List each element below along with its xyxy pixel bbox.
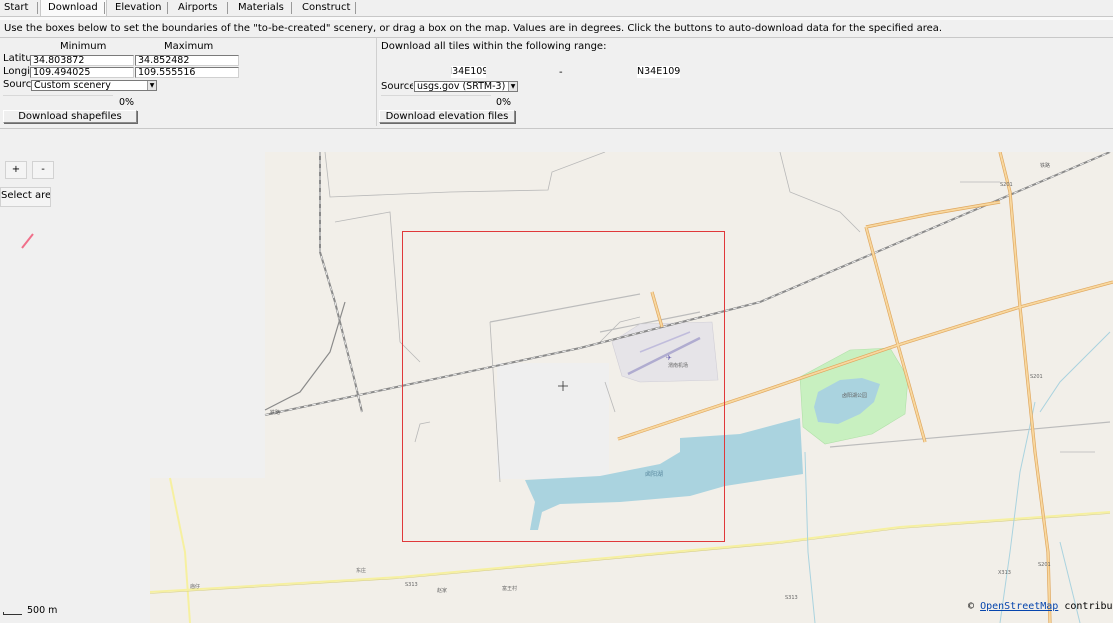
tile-range-dash: - [559,67,563,78]
road-s201-label: S201 [1030,374,1043,380]
elevation-source-label: Source [381,81,413,92]
map-tile-background [150,478,265,623]
divider [0,37,1113,38]
zoom-in-button[interactable]: + [5,161,27,179]
elevation-progress-label: 0% [496,97,512,108]
tab-panel-top [0,17,1113,20]
download-elevation-button[interactable]: Download elevation files [379,110,515,123]
tab-construct[interactable]: Construct [302,0,350,16]
scenery-source-value: Custom scenery [34,80,111,91]
latitude-min-input[interactable]: 34.803872 [30,55,134,66]
tab-divider [227,2,228,14]
tab-start[interactable]: Start [4,0,28,16]
tab-divider [355,2,356,14]
tab-download[interactable]: Download [40,0,107,16]
elevation-progress-bar [381,95,491,107]
road-x313-label: X313 [998,570,1011,576]
minimum-header: Minimum [60,41,107,52]
shapefiles-progress-label: 0% [119,97,135,108]
road-s201-label: S201 [1038,562,1051,568]
map-missing-tile [497,363,609,479]
tab-divider [37,2,38,14]
scenery-source-select[interactable]: Custom scenery ▼ [31,80,157,91]
instructions-text: Use the boxes below to set the boundarie… [4,23,943,34]
chevron-down-icon[interactable]: ▼ [508,82,517,91]
select-area-label: Select area [1,190,51,201]
scale-label: 500 m [27,605,58,616]
chevron-down-icon[interactable]: ▼ [147,81,156,90]
village-label: 赵家 [437,587,447,594]
road-s313-label: S313 [785,595,798,601]
longitude-label: Longitude [3,66,30,77]
map-canvas[interactable]: 渭南机场 卤阳湖 卤阳湖公园 S201 S201 S201 S313 S313 … [0,152,1113,623]
tab-divider [167,2,168,14]
tab-airports[interactable]: Airports [178,0,217,16]
rail-label: 铁路 [270,409,280,416]
divider [0,128,1113,129]
source-label: Source [3,79,31,90]
village-label: 富王村 [502,585,517,592]
shapefiles-progress-bar [3,95,113,107]
map-view[interactable]: 渭南机场 卤阳湖 卤阳湖公园 S201 S201 S201 S313 S313 … [0,152,1113,623]
rail-label: 铁路 [1040,162,1050,169]
airport-icon: ✈ [666,354,672,362]
tab-bar: Start Download Elevation Airports Materi… [0,0,1113,16]
park-label: 卤阳湖公园 [842,392,867,399]
select-area-button[interactable]: Select area [0,187,51,207]
latitude-label: Latitude [3,53,30,64]
tile-to-field[interactable]: N34E109 [637,66,680,78]
maximum-header: Maximum [164,41,214,52]
lake-label: 卤阳湖 [645,470,663,478]
openstreetmap-link[interactable]: OpenStreetMap [980,601,1058,612]
elevation-source-value: usgs.gov (SRTM-3) [417,81,506,92]
tab-divider [104,2,105,14]
tab-materials[interactable]: Materials [238,0,284,16]
elevation-source-select[interactable]: usgs.gov (SRTM-3) ▼ [414,81,518,92]
copyright-symbol: © [968,601,975,612]
map-attribution: © OpenStreetMap contributors [968,601,1113,612]
airport-label: 渭南机场 [668,362,688,369]
attribution-suffix: contributors [1064,601,1113,612]
tile-from-field[interactable]: N34E109 [451,66,486,78]
tile-from-value: N34E109 [451,66,486,77]
latitude-max-input[interactable]: 34.852482 [135,55,239,66]
road-s201-label: S201 [1000,182,1013,188]
tab-divider [291,2,292,14]
longitude-max-input[interactable]: 109.555516 [135,67,239,78]
scale-bar [3,612,22,615]
road-s313-label: S313 [405,582,418,588]
longitude-min-input[interactable]: 109.494025 [30,67,134,78]
download-shapefiles-button[interactable]: Download shapefiles [3,110,137,123]
village-label: 东庄 [356,567,366,574]
elevation-range-label: Download all tiles within the following … [381,41,607,52]
village-label: 庙仔 [190,583,200,590]
panel-divider [376,38,377,126]
zoom-out-button[interactable]: - [32,161,54,179]
tab-elevation[interactable]: Elevation [115,0,161,16]
